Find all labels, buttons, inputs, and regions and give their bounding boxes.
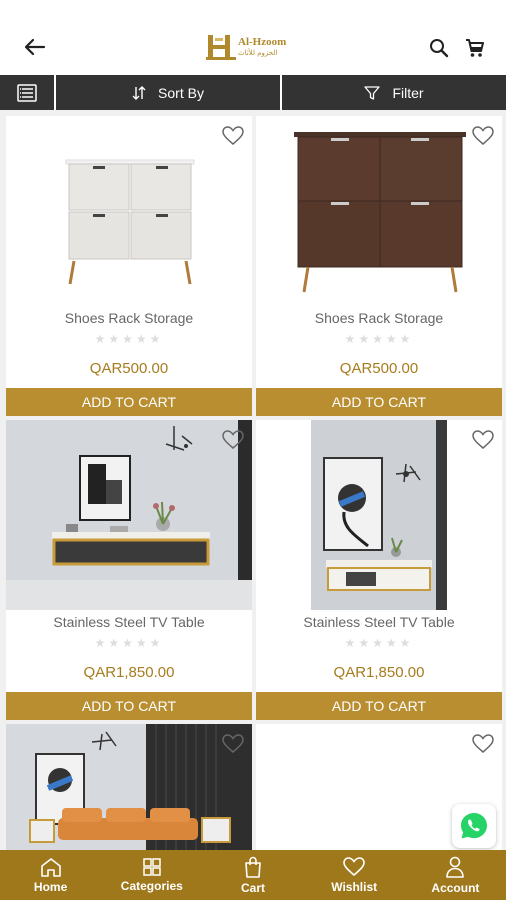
filter-button[interactable]: Filter bbox=[282, 75, 506, 110]
sort-icon bbox=[132, 85, 146, 100]
product-name[interactable]: Shoes Rack Storage bbox=[256, 310, 502, 326]
product-price: QAR1,850.00 bbox=[83, 664, 175, 681]
product-grid: Shoes Rack Storage ★★★★★ QAR500.00 ADD T… bbox=[0, 110, 506, 850]
product-price: QAR1,850.00 bbox=[333, 664, 425, 681]
product-card[interactable] bbox=[6, 724, 252, 850]
cart-icon[interactable] bbox=[464, 37, 486, 59]
product-card[interactable]: Stainless Steel TV Table ★★★★★ QAR1,850.… bbox=[256, 420, 502, 720]
add-to-cart-button[interactable]: ADD TO CART bbox=[256, 388, 502, 416]
product-rating: ★★★★★ bbox=[344, 332, 414, 346]
whatsapp-icon bbox=[461, 813, 487, 839]
add-to-cart-button[interactable]: ADD TO CART bbox=[6, 388, 252, 416]
filter-icon bbox=[364, 85, 381, 100]
nav-wishlist[interactable]: Wishlist bbox=[304, 850, 405, 900]
logo-mark-icon bbox=[206, 35, 236, 60]
product-rating: ★★★★★ bbox=[344, 636, 414, 650]
bottom-navigation: Home Categories Cart Wishlist Account bbox=[0, 850, 506, 900]
product-name[interactable]: Stainless Steel TV Table bbox=[256, 614, 502, 630]
product-card[interactable]: Shoes Rack Storage ★★★★★ QAR500.00 ADD T… bbox=[6, 116, 252, 416]
categories-icon bbox=[143, 857, 161, 876]
product-image[interactable] bbox=[256, 420, 502, 610]
search-icon[interactable] bbox=[428, 37, 450, 59]
app-logo[interactable]: Al-Hzoom الحزوم للأثاث bbox=[206, 32, 286, 62]
wishlist-heart-icon[interactable] bbox=[222, 430, 244, 450]
nav-cart-label: Cart bbox=[241, 880, 266, 895]
product-card[interactable]: Stainless Steel TV Table ★★★★★ QAR1,850.… bbox=[6, 420, 252, 720]
product-image[interactable] bbox=[6, 116, 252, 306]
heart-icon bbox=[343, 856, 366, 876]
whatsapp-button[interactable] bbox=[452, 804, 496, 848]
sort-filter-toolbar: Sort By Filter bbox=[0, 75, 506, 110]
back-arrow-icon[interactable] bbox=[22, 34, 48, 60]
app-header: Al-Hzoom الحزوم للأثاث bbox=[0, 0, 506, 75]
product-name[interactable]: Stainless Steel TV Table bbox=[6, 614, 252, 630]
product-rating: ★★★★★ bbox=[94, 332, 164, 346]
logo-text: Al-Hzoom bbox=[238, 36, 287, 48]
product-rating: ★★★★★ bbox=[94, 636, 164, 650]
product-name[interactable]: Shoes Rack Storage bbox=[6, 310, 252, 326]
wishlist-heart-icon[interactable] bbox=[472, 734, 494, 754]
add-to-cart-button[interactable]: ADD TO CART bbox=[256, 692, 502, 720]
home-icon bbox=[40, 857, 61, 877]
wishlist-heart-icon[interactable] bbox=[472, 126, 494, 146]
add-to-cart-button[interactable]: ADD TO CART bbox=[6, 692, 252, 720]
nav-account[interactable]: Account bbox=[405, 850, 506, 900]
list-view-toggle[interactable] bbox=[0, 75, 56, 110]
product-card[interactable]: Shoes Rack Storage ★★★★★ QAR500.00 ADD T… bbox=[256, 116, 502, 416]
product-image[interactable] bbox=[6, 420, 252, 610]
product-image[interactable] bbox=[256, 116, 502, 306]
wishlist-heart-icon[interactable] bbox=[472, 430, 494, 450]
shopping-bag-icon bbox=[245, 856, 261, 878]
list-view-icon bbox=[17, 83, 37, 102]
nav-cart[interactable]: Cart bbox=[202, 850, 303, 900]
nav-categories[interactable]: Categories bbox=[101, 850, 202, 900]
nav-home[interactable]: Home bbox=[0, 850, 101, 900]
wishlist-heart-icon[interactable] bbox=[222, 734, 244, 754]
sort-by-button[interactable]: Sort By bbox=[56, 75, 282, 110]
product-image[interactable] bbox=[6, 724, 252, 850]
nav-categories-label: Categories bbox=[120, 878, 183, 893]
wishlist-heart-icon[interactable] bbox=[222, 126, 244, 146]
product-price: QAR500.00 bbox=[89, 360, 169, 377]
filter-label: Filter bbox=[392, 84, 424, 101]
nav-home-label: Home bbox=[33, 879, 68, 894]
nav-account-label: Account bbox=[431, 880, 480, 895]
nav-wishlist-label: Wishlist bbox=[331, 879, 378, 894]
logo-subtext: الحزوم للأثاث bbox=[238, 49, 278, 57]
product-price: QAR500.00 bbox=[339, 360, 419, 377]
user-icon bbox=[446, 856, 465, 878]
sort-by-label: Sort By bbox=[158, 84, 204, 101]
